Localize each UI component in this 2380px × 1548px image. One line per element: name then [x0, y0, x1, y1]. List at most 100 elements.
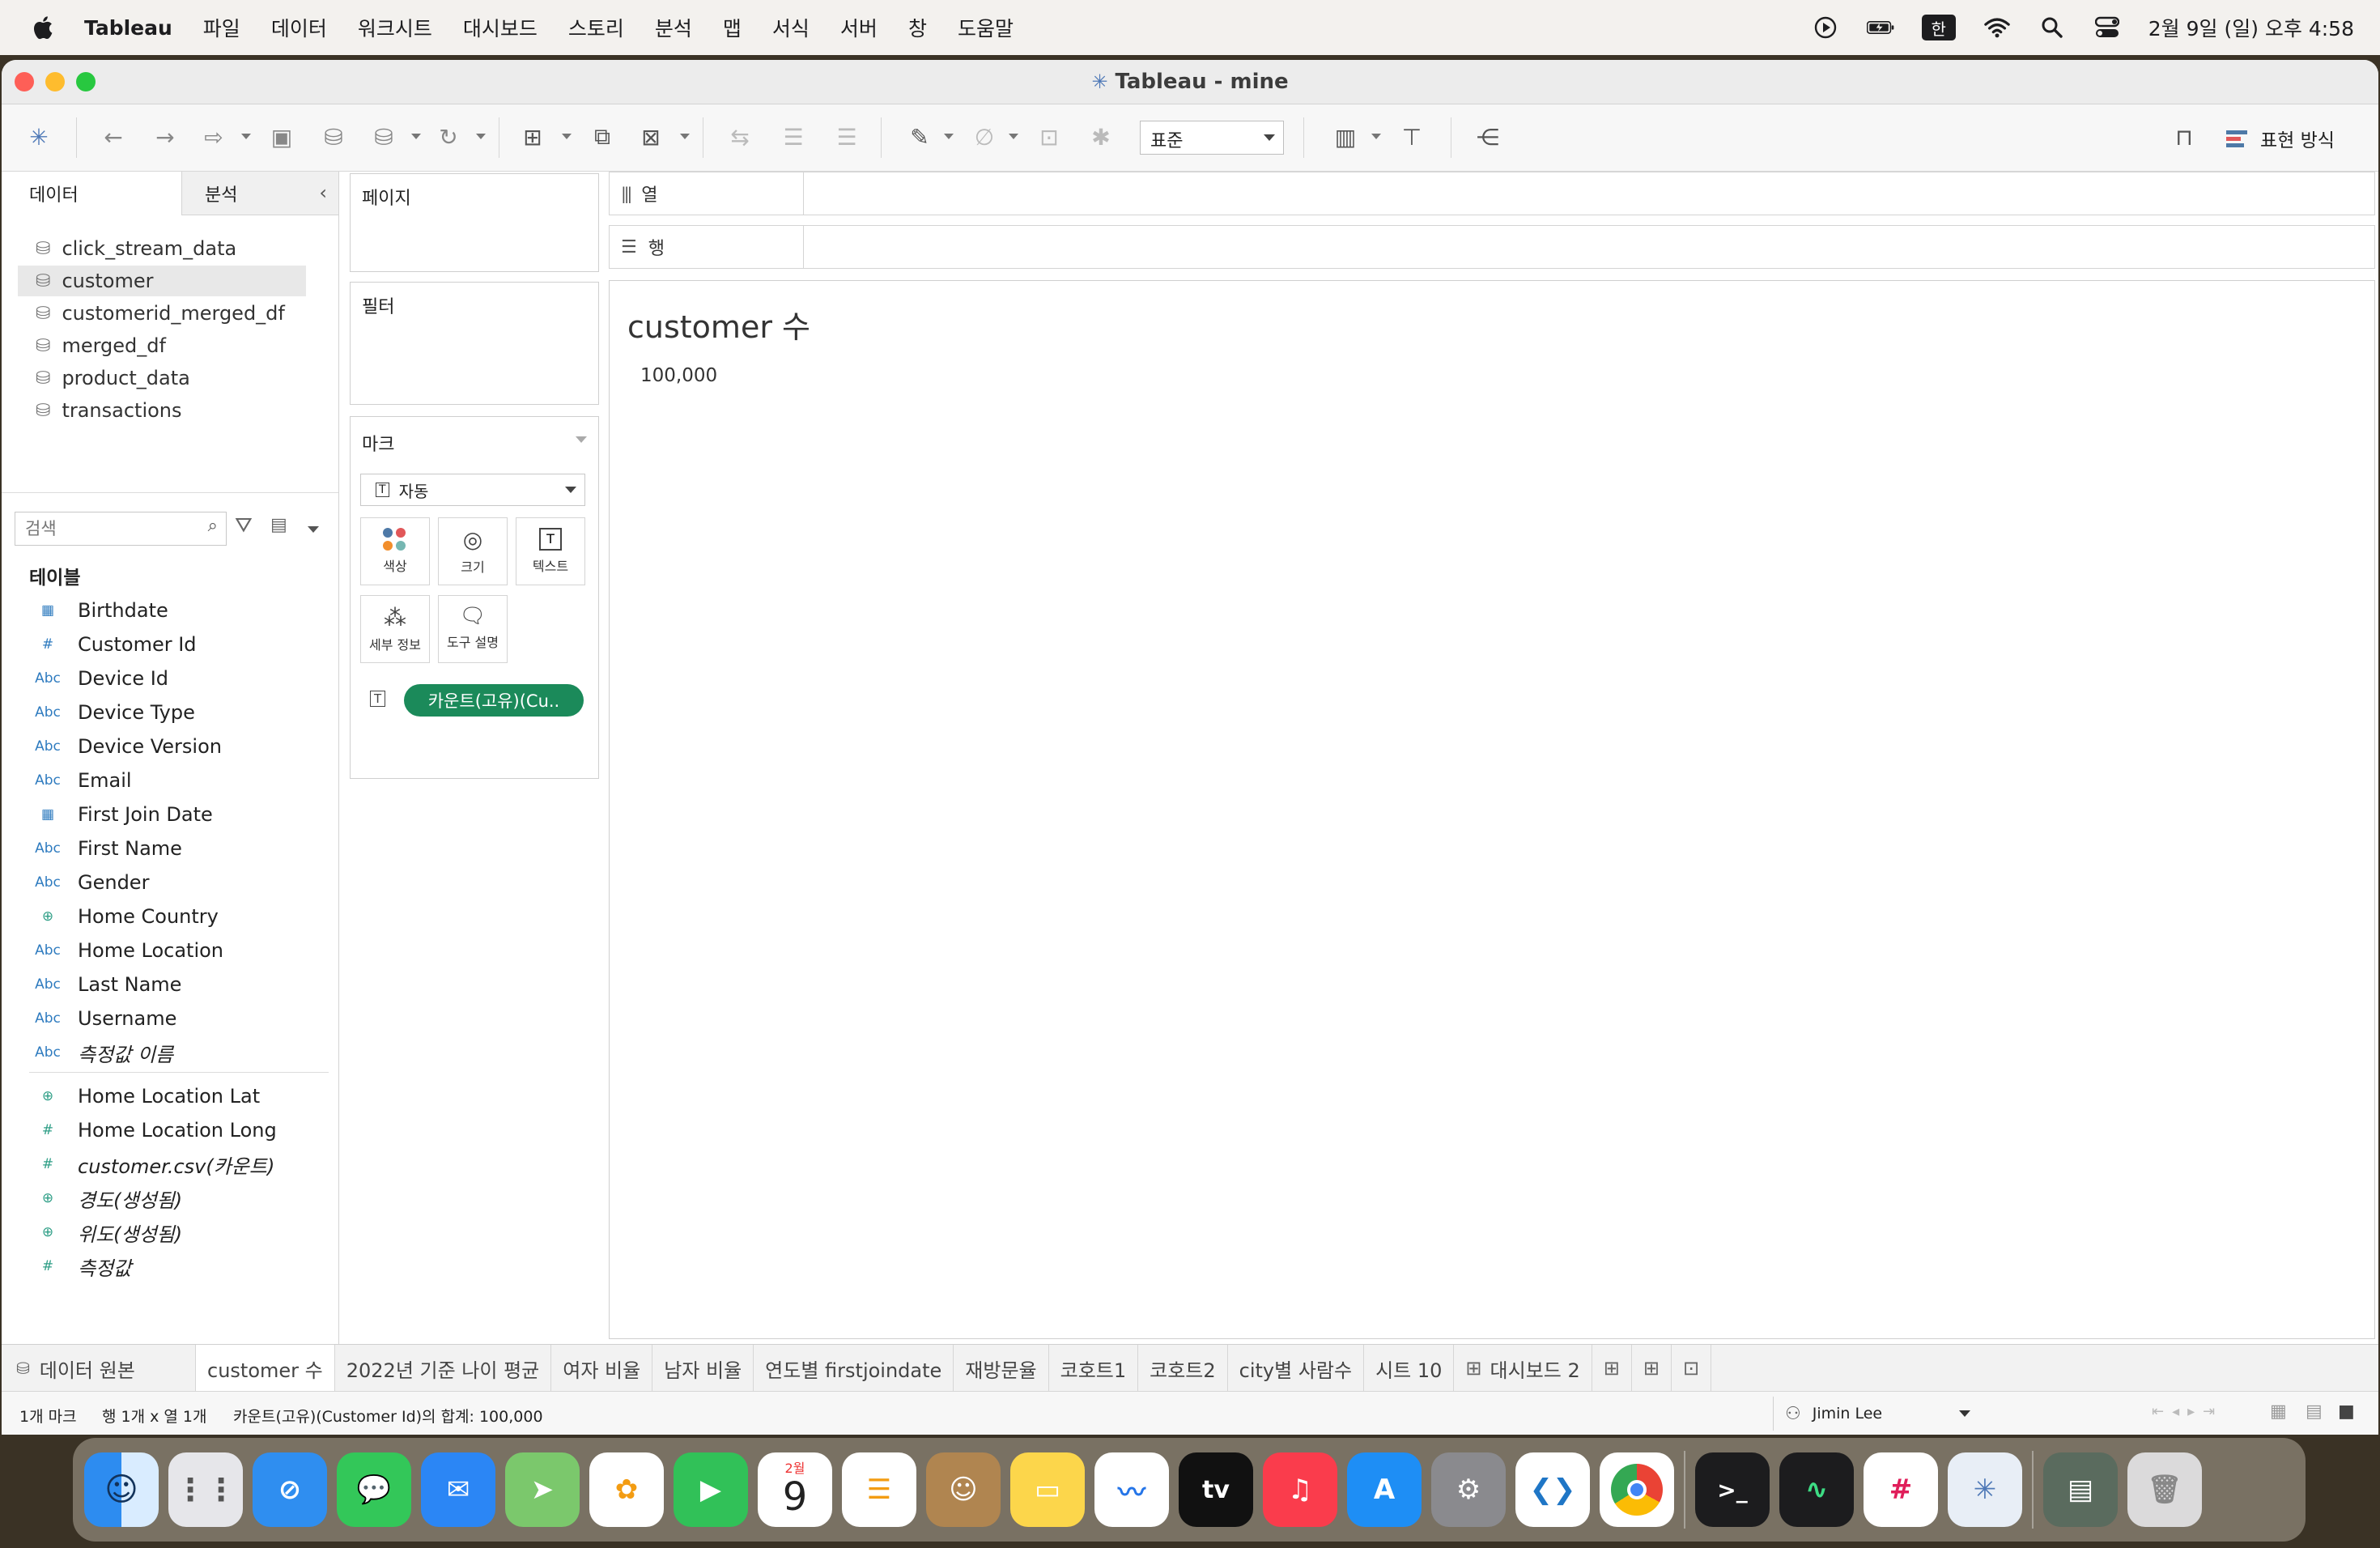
facetime-icon[interactable]: ▶	[674, 1452, 748, 1527]
tab-sheet[interactable]: 여자 비율	[551, 1345, 653, 1392]
menu-worksheet[interactable]: 워크시트	[358, 13, 432, 42]
mark-type-select[interactable]: T 자동	[360, 474, 585, 506]
calendar-icon[interactable]: 2월 9	[758, 1452, 832, 1527]
menu-format[interactable]: 서식	[772, 13, 810, 42]
rows-shelf[interactable]: ☰ 행	[609, 225, 2375, 269]
format-painter-icon[interactable]: ⊓	[2168, 121, 2200, 153]
input-source-indicator[interactable]: 한	[1921, 15, 1956, 40]
undo-icon[interactable]: ←	[97, 121, 130, 153]
field-item[interactable]: Abc 측정값 이름	[34, 1036, 173, 1069]
redo-icon[interactable]: →	[149, 121, 181, 153]
new-dashboard-tab-icon[interactable]: ⊞	[1632, 1345, 1672, 1392]
filters-shelf[interactable]: 필터	[350, 282, 599, 405]
mail-icon[interactable]: ✉	[421, 1452, 495, 1527]
tab-sheet[interactable]: 코호트1	[1049, 1345, 1139, 1392]
tab-dashboard[interactable]: ⊞ 대시보드 2	[1454, 1345, 1592, 1392]
finder-icon[interactable]: ☺	[84, 1452, 159, 1527]
maps-icon[interactable]: ➤	[505, 1452, 580, 1527]
spotlight-search-icon[interactable]	[2038, 15, 2066, 40]
tableau-icon[interactable]: ✳	[1948, 1452, 2022, 1527]
chevron-down-icon[interactable]	[241, 134, 251, 139]
chevron-down-icon[interactable]	[1371, 134, 1381, 139]
new-story-tab-icon[interactable]: ⊡	[1672, 1345, 1712, 1392]
view-options-icon[interactable]: ▤	[270, 515, 287, 535]
fit-view-select[interactable]: 표준	[1140, 121, 1284, 155]
datasource-item[interactable]: ⛁ transactions	[18, 395, 306, 426]
duplicate-sheet-icon[interactable]: ⧉	[586, 121, 618, 153]
menu-data[interactable]: 데이터	[271, 13, 327, 42]
menubar-datetime[interactable]: 2월 9일 (일) 오후 4:58	[2148, 13, 2354, 42]
field-item[interactable]: Abc Home Location	[34, 934, 223, 967]
tab-analysis[interactable]: 분석 ‹	[181, 172, 338, 215]
menu-app-name[interactable]: Tableau	[84, 16, 172, 40]
menu-file[interactable]: 파일	[203, 13, 240, 42]
show-labels-icon[interactable]: ⊡	[1033, 121, 1065, 153]
field-item[interactable]: # Customer Id	[34, 628, 197, 661]
field-item[interactable]: Abc Username	[34, 1002, 176, 1035]
sorter-view-icon[interactable]: ▤	[2306, 1401, 2323, 1422]
swap-axes-icon[interactable]: ⇆	[724, 121, 756, 153]
share-icon[interactable]: ⋲	[1472, 121, 1504, 153]
presentation-mode-icon[interactable]: ⊤	[1396, 121, 1428, 153]
chevron-down-icon[interactable]	[1009, 134, 1018, 139]
field-item[interactable]: Abc Email	[34, 764, 131, 797]
menu-window[interactable]: 창	[908, 13, 927, 42]
replay-icon[interactable]: ⇨	[198, 121, 230, 153]
tab-sheet[interactable]: 연도별 firstjoindate	[754, 1345, 954, 1392]
measure-pill[interactable]: 카운트(고유)(Cu..	[404, 684, 584, 717]
field-item[interactable]: ⊕ 경도(생성됨)	[34, 1182, 182, 1214]
menu-story[interactable]: 스토리	[568, 13, 624, 42]
field-item[interactable]: ⊕ 위도(생성됨)	[34, 1216, 182, 1248]
field-item[interactable]: Abc Device Version	[34, 730, 222, 763]
vscode-icon[interactable]: ❮❯	[1515, 1452, 1590, 1527]
menu-server[interactable]: 서버	[840, 13, 878, 42]
sort-ascending-icon[interactable]: ☰	[777, 121, 810, 153]
archive-icon[interactable]: ▤	[2043, 1452, 2118, 1527]
field-item[interactable]: Abc First Name	[34, 832, 182, 865]
menu-dashboard[interactable]: 대시보드	[463, 13, 538, 42]
field-item[interactable]: # 측정값	[34, 1250, 131, 1282]
chevron-down-icon[interactable]	[680, 134, 690, 139]
tabs-view-icon[interactable]: ■	[2338, 1401, 2355, 1422]
tab-sheet[interactable]: customer 수	[196, 1345, 335, 1392]
refresh-icon[interactable]: ↻	[432, 121, 465, 153]
chevron-down-icon[interactable]	[411, 134, 421, 139]
mark-value-text[interactable]: 100,000	[640, 365, 717, 386]
music-icon[interactable]: ♫	[1263, 1452, 1337, 1527]
filmstrip-view-icon[interactable]: ▦	[2270, 1401, 2287, 1422]
tab-sheet[interactable]: 2022년 기준 나이 평균	[335, 1345, 552, 1392]
tab-sheet[interactable]: 남자 비율	[652, 1345, 754, 1392]
terminal-icon[interactable]: >_	[1695, 1452, 1770, 1527]
field-item[interactable]: # customer.csv(카운트)	[34, 1148, 274, 1180]
clear-sheet-icon[interactable]: ⊠	[635, 121, 667, 153]
size-mark-button[interactable]: ◎ 크기	[438, 517, 508, 585]
new-worksheet-tab-icon[interactable]: ⊞	[1592, 1345, 1632, 1392]
tooltip-mark-button[interactable]: 🗨 도구 설명	[438, 595, 508, 663]
control-center-icon[interactable]	[2093, 15, 2121, 40]
show-me-button[interactable]: 표현 방식	[2226, 122, 2335, 155]
freeform-icon[interactable]: 〰	[1094, 1452, 1169, 1527]
viz-canvas[interactable]: customer 수 100,000	[609, 280, 2375, 1339]
field-item[interactable]: ⊕ Home Country	[34, 900, 219, 933]
columns-shelf[interactable]: ||| 열	[609, 172, 2375, 215]
contacts-icon[interactable]: ☺	[926, 1452, 1001, 1527]
tab-data[interactable]: 데이터	[2, 172, 181, 215]
chevron-down-icon[interactable]	[576, 436, 587, 443]
datasource-item[interactable]: ⛁ product_data	[18, 363, 306, 393]
notes-icon[interactable]: ▭	[1010, 1452, 1085, 1527]
new-worksheet-icon[interactable]: ⊞	[516, 121, 549, 153]
text-mark-button[interactable]: T 텍스트	[516, 517, 585, 585]
safari-icon[interactable]: ⊘	[253, 1452, 327, 1527]
activity-monitor-icon[interactable]: ∿	[1779, 1452, 1854, 1527]
detail-mark-button[interactable]: ⁂ 세부 정보	[360, 595, 430, 663]
field-item[interactable]: Abc Gender	[34, 866, 149, 899]
menu-map[interactable]: 맵	[723, 13, 742, 42]
messages-icon[interactable]: 💬	[337, 1452, 411, 1527]
chevron-down-icon[interactable]	[476, 134, 486, 139]
field-item[interactable]: Abc Device Type	[34, 696, 195, 729]
photos-icon[interactable]: ✿	[589, 1452, 664, 1527]
sheet-nav-arrows[interactable]: ⇤◂▸⇥	[2152, 1403, 2223, 1420]
user-menu[interactable]: ⚇ Jimin Lee	[1773, 1397, 1980, 1431]
field-item[interactable]: # Home Location Long	[34, 1114, 277, 1146]
launchpad-icon[interactable]: ⋮⋮	[168, 1452, 243, 1527]
